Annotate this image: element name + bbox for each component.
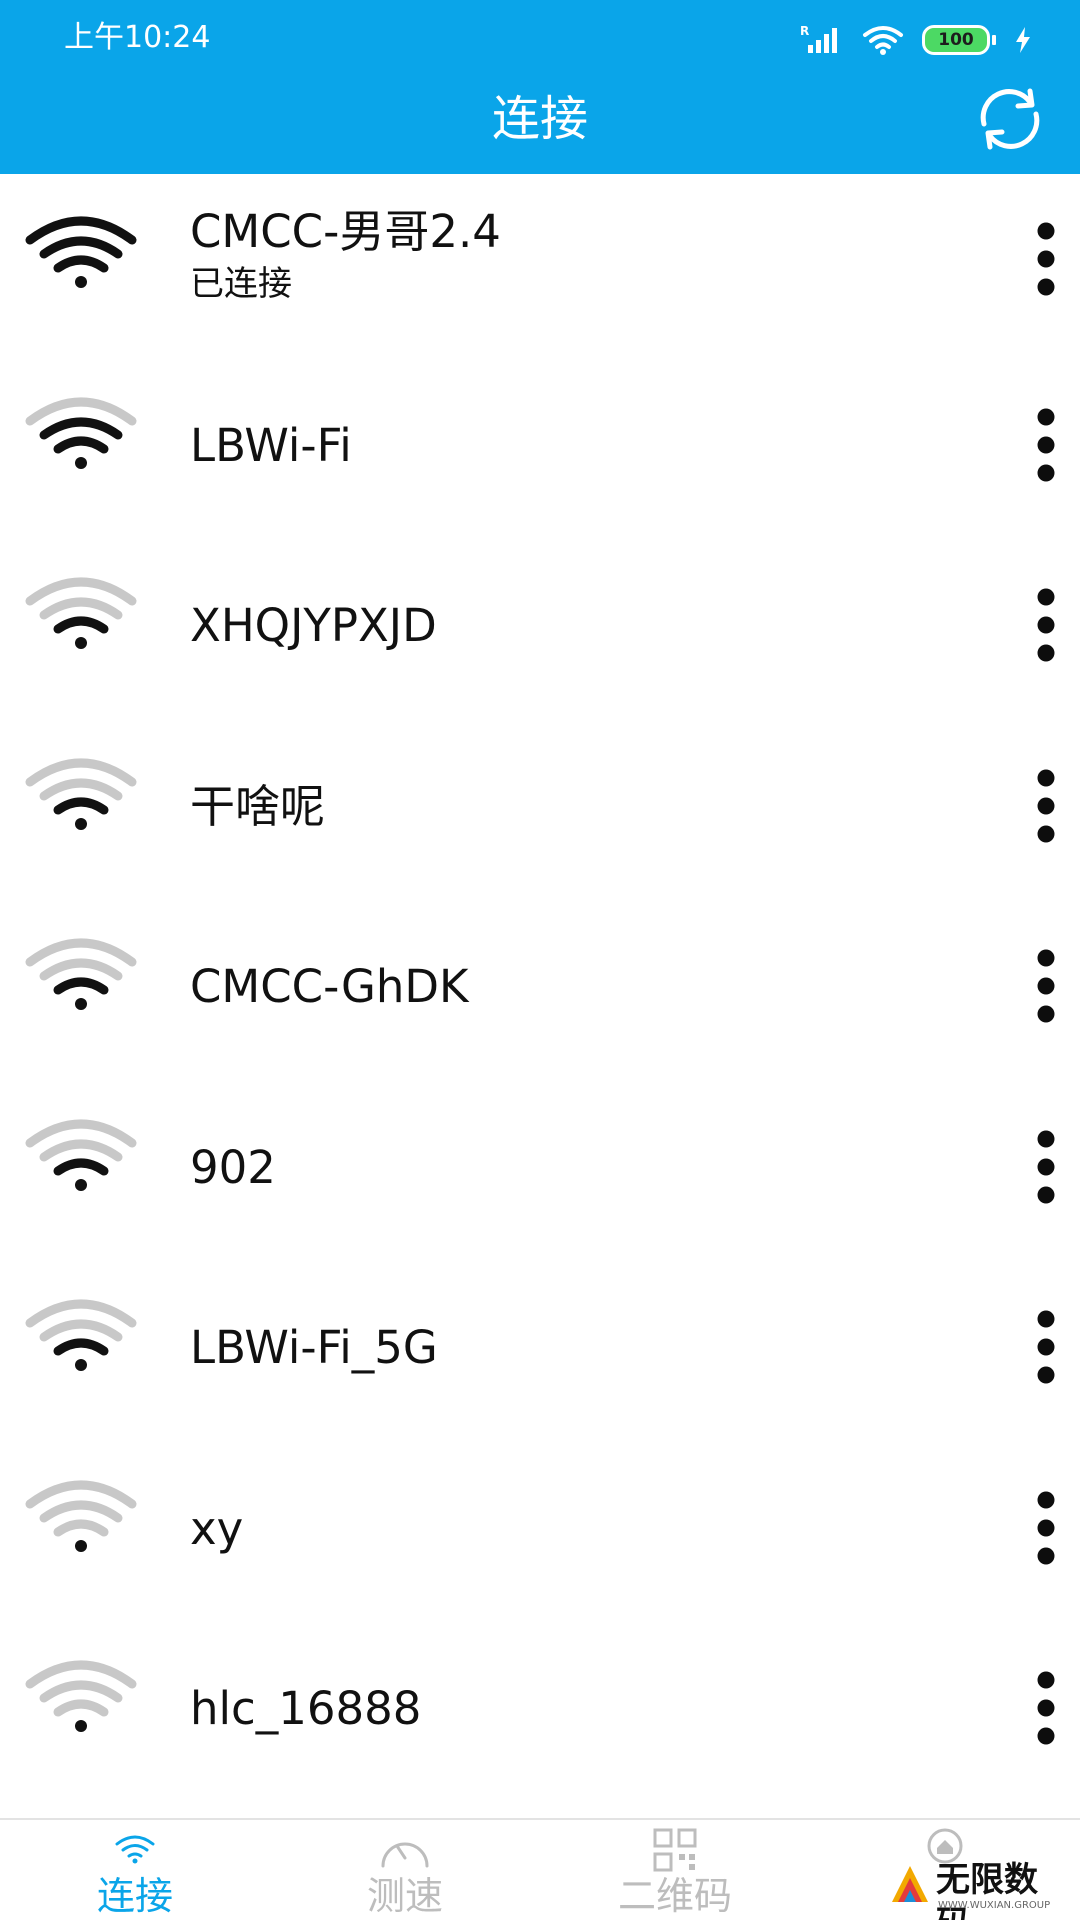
wifi-network-item[interactable]: LBWi-Fi	[0, 355, 1080, 536]
battery-level: 100	[922, 25, 990, 55]
app-header: 上午10:24 R 100 连接	[0, 0, 1080, 174]
network-text: xy	[190, 1501, 960, 1557]
cellular-signal-icon: R	[800, 25, 837, 53]
qr-code-icon	[653, 1828, 697, 1872]
network-text: LBWi-Fi	[190, 418, 960, 474]
more-options-icon[interactable]	[1024, 1483, 1068, 1573]
wifi-signal-icon	[25, 1299, 137, 1371]
nav-label-connect: 连接	[96, 1874, 173, 1918]
speedometer-icon	[381, 1842, 429, 1868]
network-text: 902	[190, 1140, 960, 1196]
svg-text:R: R	[800, 25, 809, 38]
watermark-logo: 无限数码 WWW.WUXIAN.GROUP	[888, 1858, 1068, 1920]
wifi-signal-icon	[25, 758, 137, 830]
more-options-icon[interactable]	[1024, 941, 1068, 1031]
network-ssid: xy	[190, 1501, 244, 1555]
battery-indicator: 100	[922, 25, 996, 55]
wifi-signal-icon	[25, 397, 137, 469]
wifi-network-item[interactable]: hlc_16888	[0, 1618, 1080, 1799]
network-connection-status: 已连接	[190, 264, 292, 304]
nav-label-speedtest: 测速	[366, 1874, 443, 1918]
network-text: XHQJYPXJD	[190, 598, 960, 654]
wifi-signal-icon	[25, 1480, 137, 1552]
network-text: LBWi-Fi_5G	[190, 1320, 960, 1376]
app-root: 上午10:24 R 100 连接 CMCC-男哥2.4 已连接 LBWi-Fi …	[0, 0, 1080, 1920]
more-options-icon[interactable]	[1024, 1122, 1068, 1212]
network-ssid: CMCC-GhDK	[190, 960, 469, 1013]
charging-icon	[1016, 27, 1030, 53]
page-title: 连接	[491, 91, 588, 147]
more-options-icon[interactable]	[1024, 400, 1068, 490]
network-ssid: LBWi-Fi_5G	[190, 1321, 438, 1374]
network-ssid: 干啥呢	[190, 779, 326, 833]
nav-label-qrcode: 二维码	[617, 1874, 732, 1918]
wifi-status-icon	[863, 26, 903, 55]
refresh-icon[interactable]	[972, 86, 1048, 152]
more-options-icon[interactable]	[1024, 761, 1068, 851]
network-ssid: LBWi-Fi	[190, 418, 352, 472]
wifi-signal-icon	[25, 938, 137, 1010]
wifi-network-item[interactable]: 干啥呢	[0, 716, 1080, 897]
watermark-subtext: WWW.WUXIAN.GROUP	[938, 1900, 1051, 1911]
network-ssid: CMCC-男哥2.4	[190, 205, 501, 258]
wifi-network-item[interactable]: XHQJYPXJD	[0, 535, 1080, 716]
network-text: CMCC-GhDK	[190, 959, 960, 1015]
status-icons: R 100	[800, 20, 1032, 60]
wifi-signal-icon	[25, 216, 137, 288]
more-options-icon[interactable]	[1024, 1302, 1068, 1392]
network-ssid: 902	[190, 1140, 276, 1194]
network-text: 干啥呢	[190, 779, 960, 835]
wifi-network-item[interactable]: LBWi-Fi_5G	[0, 1257, 1080, 1438]
network-text: CMCC-男哥2.4 已连接	[190, 204, 960, 306]
more-options-icon[interactable]	[1024, 214, 1068, 304]
watermark-emblem-icon	[892, 1866, 928, 1902]
nav-tab-qrcode[interactable]: 二维码	[540, 1820, 810, 1920]
wifi-signal-icon	[25, 1119, 137, 1191]
wifi-icon	[115, 1835, 155, 1864]
network-ssid: XHQJYPXJD	[190, 599, 437, 652]
wifi-signal-icon	[25, 577, 137, 649]
network-ssid: hlc_16888	[190, 1682, 422, 1735]
wifi-network-item[interactable]: CMCC-男哥2.4 已连接	[0, 174, 1080, 355]
bottom-navigation: 连接 测速 二维码 无限数 WWW.WUXIAN.GROUP	[0, 1818, 1080, 1920]
nav-tab-connect[interactable]: 连接	[0, 1820, 270, 1920]
wifi-network-item[interactable]: 902	[0, 1077, 1080, 1258]
more-options-icon[interactable]	[1024, 580, 1068, 670]
wifi-network-item[interactable]: xy	[0, 1438, 1080, 1619]
wifi-network-list: CMCC-男哥2.4 已连接 LBWi-Fi XHQJYPXJD 干啥呢 CMCC-GhD…	[0, 174, 1080, 1799]
nav-tab-speedtest[interactable]: 测速	[270, 1820, 540, 1920]
more-options-icon[interactable]	[1024, 1663, 1068, 1753]
network-text: hlc_16888	[190, 1681, 960, 1737]
wifi-signal-icon	[25, 1660, 137, 1732]
wifi-network-item[interactable]: CMCC-GhDK	[0, 896, 1080, 1077]
status-time: 上午10:24	[64, 20, 211, 55]
